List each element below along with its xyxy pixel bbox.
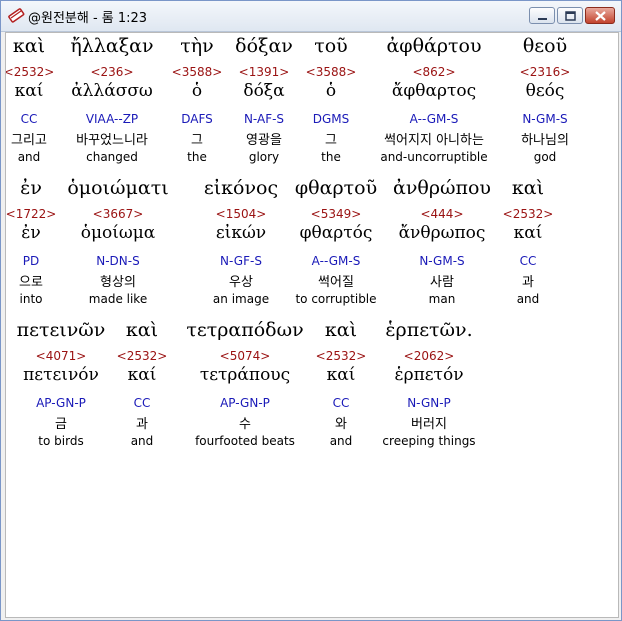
analysis-pane[interactable]: καὶ <2532> καί CC 그리고 and ἤλλαξαν <236> ἀλλάσσω V… [5, 32, 619, 618]
word-strong: <2062> [403, 349, 455, 363]
word-morph: N-GM-S [522, 112, 568, 126]
word-korean: 과 [522, 275, 534, 290]
word-greek: καὶ [511, 177, 545, 199]
word-greek: θεοῦ [522, 35, 568, 57]
app-window: @원전분해 - 롬 1:23 καὶ <2532> καί CC 그리고 and ἤλλαξ… [0, 0, 622, 621]
word-korean: 하나님의 [521, 133, 569, 148]
word-lemma: ἑρπετόν [394, 365, 464, 385]
window-title: @원전분해 - 롬 1:23 [28, 11, 148, 26]
word-strong: <2532> [502, 207, 554, 221]
word-lemma: θεός [525, 81, 565, 101]
title-bar[interactable]: @원전분해 - 롬 1:23 [1, 1, 621, 32]
minimize-button[interactable] [529, 7, 555, 24]
word-morph: N-GN-P [407, 396, 451, 410]
close-button[interactable] [585, 7, 615, 24]
word-morph: CC [519, 254, 537, 268]
word-korean: 버러지 [411, 417, 447, 432]
maximize-button[interactable] [557, 7, 583, 24]
word-english: and [516, 292, 540, 306]
word-english: creeping things [382, 434, 476, 448]
word-strong: <2316> [519, 65, 571, 79]
word-lemma: καί [513, 223, 543, 243]
word-greek: ἑρπετῶν. [385, 319, 473, 341]
word-english: god [533, 150, 557, 164]
bible-app-icon [7, 6, 25, 24]
